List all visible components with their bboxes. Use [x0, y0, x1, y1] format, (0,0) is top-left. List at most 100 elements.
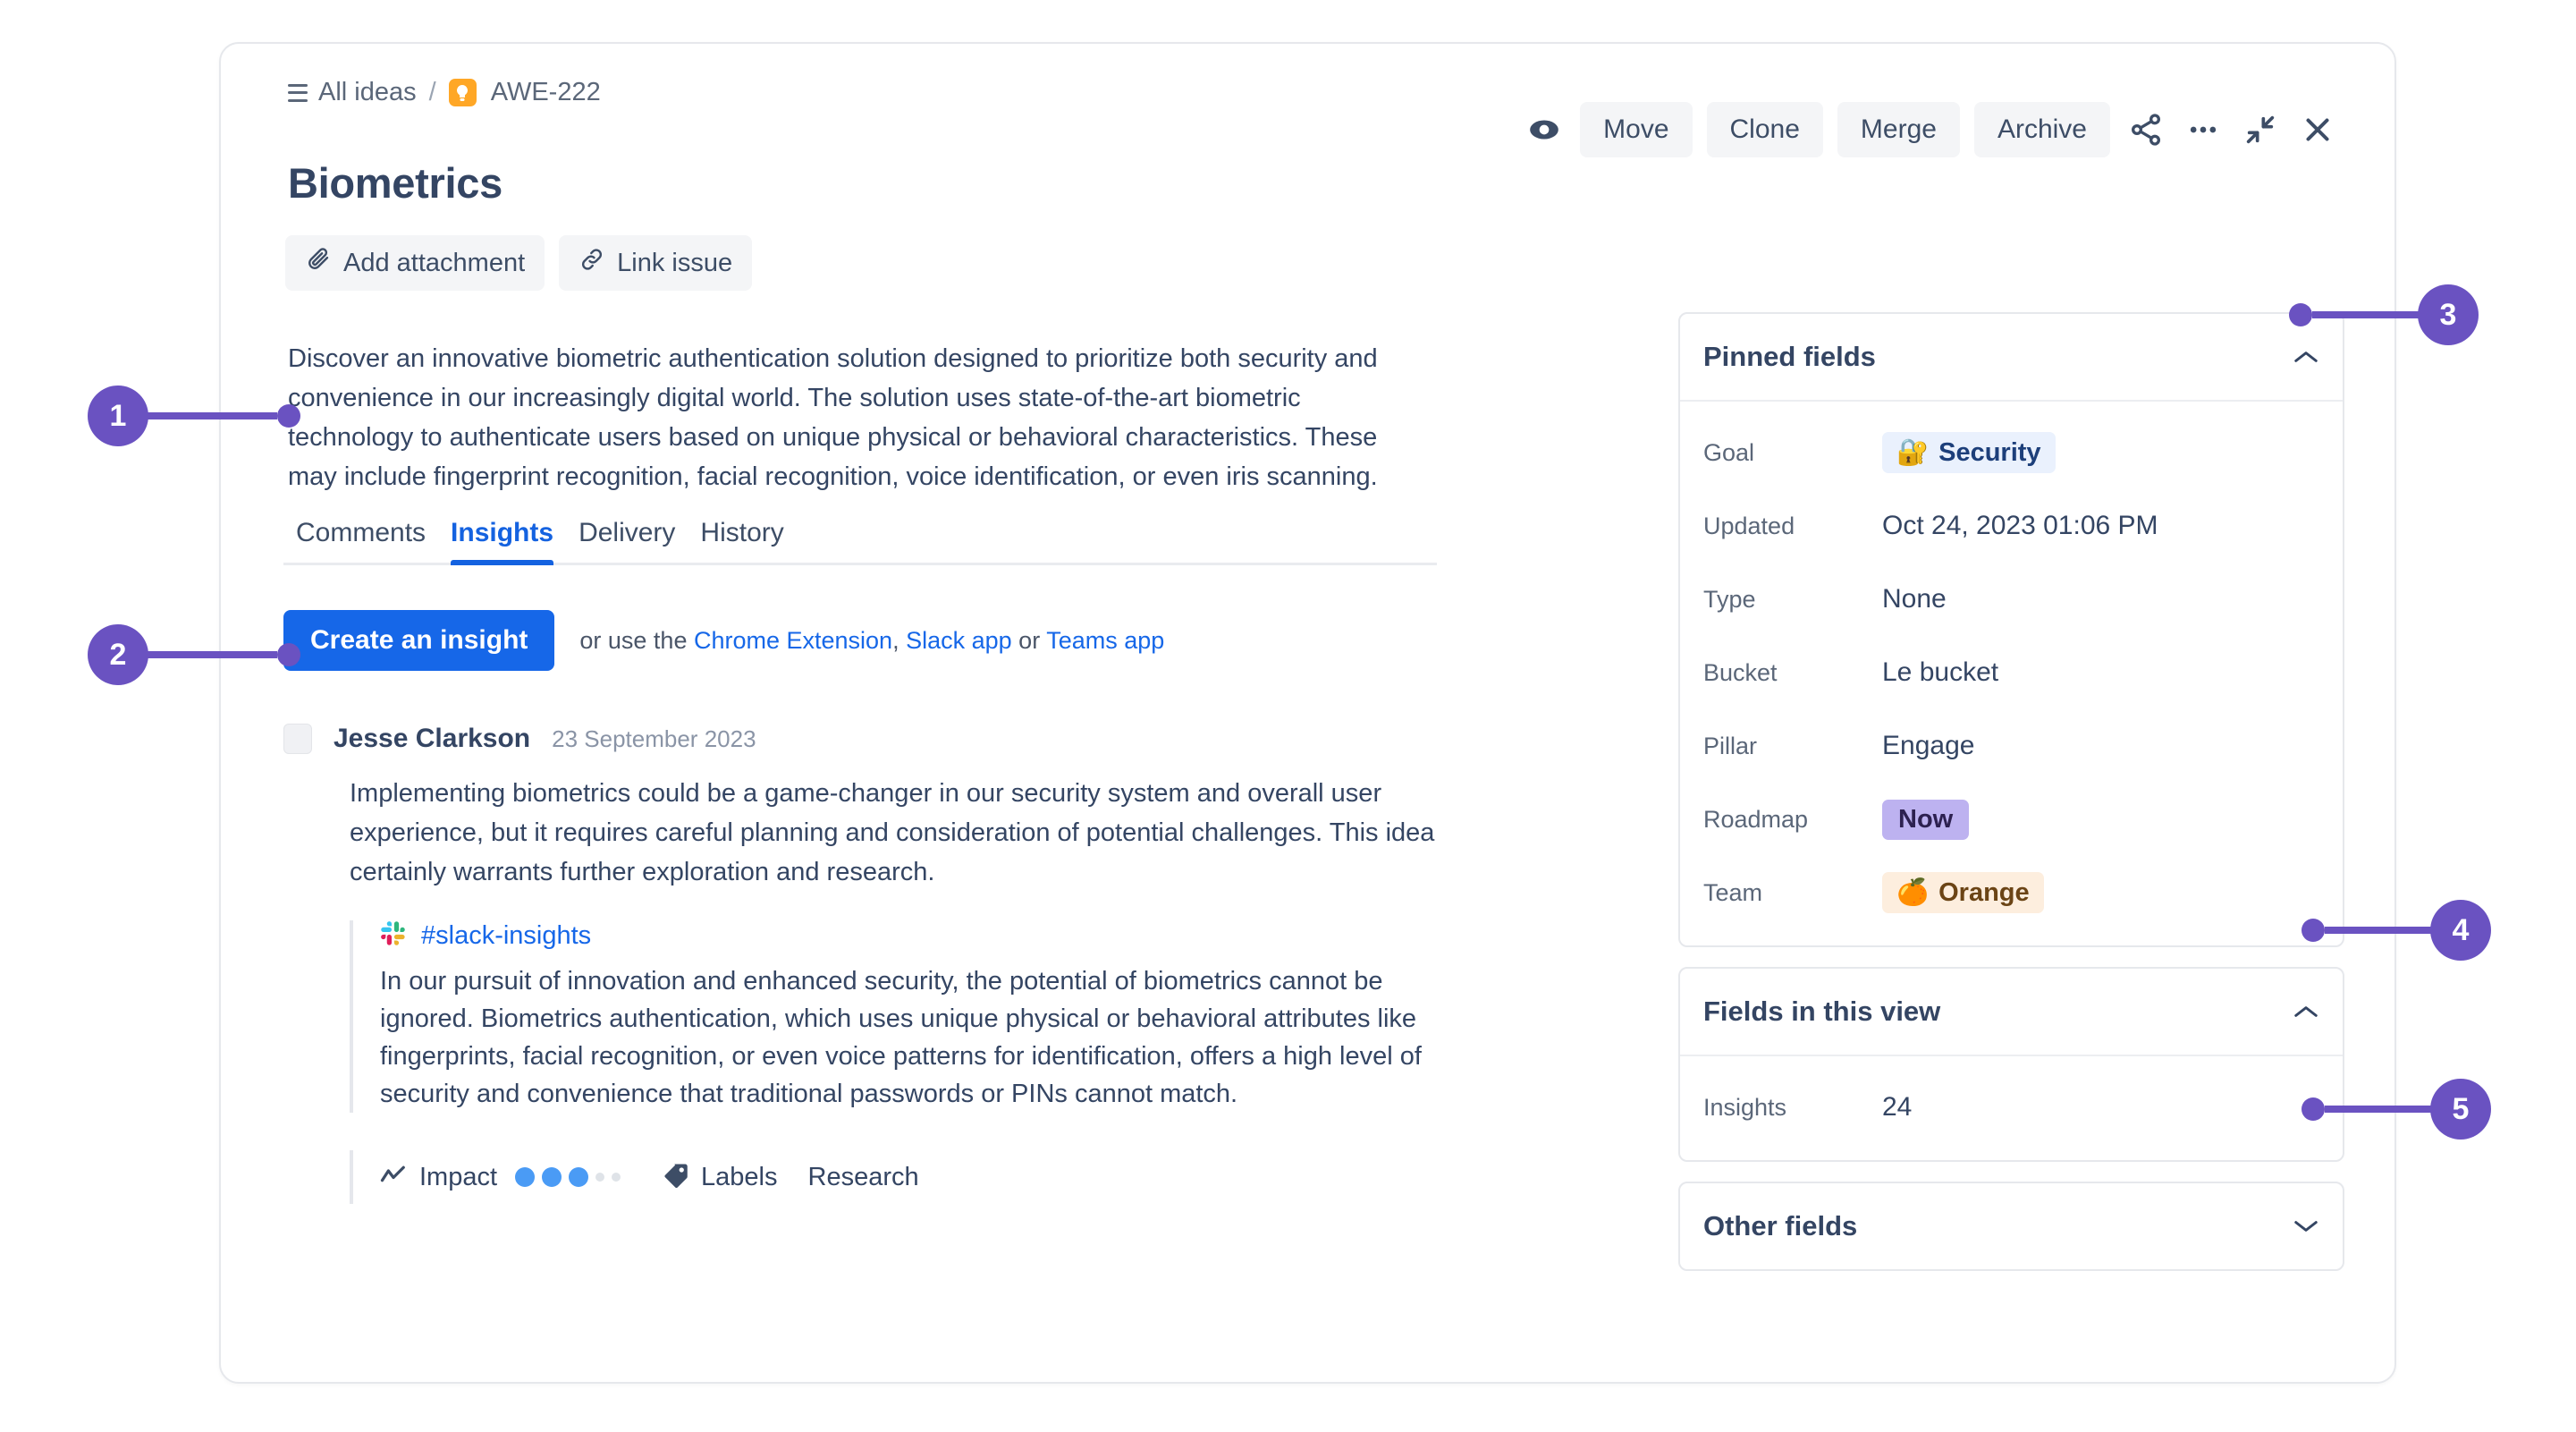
callout-dot — [277, 404, 300, 428]
field-row-bucket[interactable]: Bucket Le bucket — [1703, 636, 2319, 709]
callout-4: 4 — [2302, 900, 2491, 961]
field-value: Oct 24, 2023 01:06 PM — [1882, 511, 2158, 541]
field-key: Team — [1703, 879, 1882, 907]
team-chip[interactable]: 🍊 Orange — [1882, 872, 2044, 913]
eye-icon[interactable] — [1523, 108, 1566, 151]
chrome-extension-link[interactable]: Chrome Extension — [694, 627, 892, 654]
insight-source: #slack-insights In our pursuit of innova… — [350, 920, 1436, 1113]
link-icon — [579, 246, 605, 280]
callout-line — [147, 412, 277, 419]
pinned-fields-header[interactable]: Pinned fields — [1680, 314, 2343, 400]
idea-description: Discover an innovative biometric authent… — [288, 339, 1406, 496]
slack-icon — [380, 920, 407, 952]
chevron-down-icon[interactable] — [2293, 1218, 2319, 1234]
breadcrumb-issue-key[interactable]: AWE-222 — [491, 78, 601, 107]
tab-comments[interactable]: Comments — [283, 518, 438, 563]
insight-source-quote: In our pursuit of innovation and enhance… — [380, 962, 1436, 1113]
slack-channel-link[interactable]: #slack-insights — [421, 921, 591, 951]
callout-badge: 3 — [2418, 284, 2479, 345]
field-value: Security — [1938, 438, 2040, 468]
field-row-type[interactable]: Type None — [1703, 563, 2319, 636]
field-key: Updated — [1703, 513, 1882, 540]
label-value[interactable]: Research — [808, 1163, 919, 1192]
other-fields-header[interactable]: Other fields — [1680, 1183, 2343, 1269]
chevron-up-icon[interactable] — [2293, 349, 2319, 365]
merge-button[interactable]: Merge — [1837, 102, 1960, 157]
create-insight-button[interactable]: Create an insight — [283, 610, 554, 671]
insight-body: Implementing biometrics could be a game-… — [350, 774, 1436, 892]
chevron-up-icon[interactable] — [2293, 1004, 2319, 1020]
field-row-insights: Insights 24 — [1703, 1071, 2319, 1144]
collapse-arrows-icon[interactable] — [2239, 108, 2282, 151]
field-row-pillar[interactable]: Pillar Engage — [1703, 709, 2319, 783]
labels-label: Labels — [701, 1163, 777, 1192]
callout-dot — [277, 643, 300, 666]
hint-comma: , — [892, 627, 906, 654]
roadmap-chip[interactable]: Now — [1882, 800, 1969, 840]
insight-header: Jesse Clarkson 23 September 2023 — [283, 724, 1446, 754]
tab-delivery[interactable]: Delivery — [566, 518, 688, 563]
impact-dot — [595, 1173, 604, 1182]
callout-badge: 4 — [2430, 900, 2491, 961]
modal-header: All ideas / AWE-222 Move Clone Merge Arc… — [221, 44, 2394, 142]
field-row-updated: Updated Oct 24, 2023 01:06 PM — [1703, 489, 2319, 563]
list-icon — [288, 84, 308, 102]
insight-date: 23 September 2023 — [552, 725, 756, 753]
teams-app-link[interactable]: Teams app — [1046, 627, 1164, 654]
link-issue-button[interactable]: Link issue — [559, 235, 752, 291]
add-attachment-label: Add attachment — [343, 249, 525, 278]
impact-dot — [515, 1167, 535, 1187]
ellipsis-icon[interactable] — [2182, 108, 2225, 151]
field-row-team[interactable]: Team 🍊 Orange — [1703, 856, 2319, 929]
slack-app-link[interactable]: Slack app — [906, 627, 1012, 654]
callout-5: 5 — [2302, 1079, 2491, 1140]
hint-prefix: or use the — [579, 627, 694, 654]
fields-in-view-card: Fields in this view Insights 24 — [1678, 967, 2344, 1162]
field-sidebar: Pinned fields Goal 🔐 Security Updat — [1678, 312, 2344, 1291]
breadcrumb-all-ideas[interactable]: All ideas — [318, 78, 417, 107]
field-key: Bucket — [1703, 659, 1882, 687]
goal-chip[interactable]: 🔐 Security — [1882, 432, 2056, 473]
insight-meta: Impact Labels Research — [350, 1150, 1446, 1204]
screenshot-root: All ideas / AWE-222 Move Clone Merge Arc… — [0, 0, 2576, 1432]
archive-button[interactable]: Archive — [1974, 102, 2110, 157]
insight-source-header: #slack-insights — [380, 920, 1436, 952]
field-key: Insights — [1703, 1094, 1882, 1122]
callout-1: 1 — [88, 386, 300, 446]
close-icon[interactable] — [2296, 108, 2339, 151]
header-actions: Move Clone Merge Archive — [1523, 102, 2339, 157]
other-fields-card: Other fields — [1678, 1182, 2344, 1271]
fields-in-view-title: Fields in this view — [1703, 996, 1940, 1028]
pinned-fields-card: Pinned fields Goal 🔐 Security Updat — [1678, 312, 2344, 947]
insight-checkbox[interactable] — [283, 724, 312, 754]
breadcrumb-separator: / — [427, 78, 438, 107]
tab-bar: Comments Insights Delivery History — [283, 518, 1437, 565]
field-row-roadmap[interactable]: Roadmap Now — [1703, 783, 2319, 856]
add-attachment-button[interactable]: Add attachment — [285, 235, 545, 291]
share-icon[interactable] — [2124, 108, 2167, 151]
tab-insights[interactable]: Insights — [438, 518, 566, 563]
impact-field[interactable]: Impact — [380, 1163, 621, 1192]
lock-icon: 🔐 — [1896, 437, 1929, 468]
field-key: Roadmap — [1703, 806, 1882, 834]
callout-2: 2 — [88, 624, 300, 685]
other-fields-title: Other fields — [1703, 1210, 1857, 1242]
fields-in-view-header[interactable]: Fields in this view — [1680, 969, 2343, 1055]
labels-field[interactable]: Labels Research — [662, 1163, 919, 1192]
field-key: Type — [1703, 586, 1882, 614]
callout-line — [2325, 927, 2432, 934]
clone-button[interactable]: Clone — [1707, 102, 1823, 157]
idea-subactions: Add attachment Link issue — [285, 235, 752, 291]
field-row-goal[interactable]: Goal 🔐 Security — [1703, 416, 2319, 489]
impact-rating[interactable] — [515, 1167, 621, 1187]
callout-3: 3 — [2289, 284, 2479, 345]
insight-author: Jesse Clarkson — [334, 724, 530, 754]
impact-label: Impact — [419, 1163, 497, 1192]
field-key: Pillar — [1703, 733, 1882, 760]
lightbulb-icon — [449, 79, 477, 106]
link-issue-label: Link issue — [617, 249, 732, 278]
pinned-fields-title: Pinned fields — [1703, 341, 1876, 373]
insight-actions: Create an insight or use the Chrome Exte… — [283, 610, 1164, 671]
move-button[interactable]: Move — [1580, 102, 1692, 157]
tab-history[interactable]: History — [688, 518, 796, 563]
